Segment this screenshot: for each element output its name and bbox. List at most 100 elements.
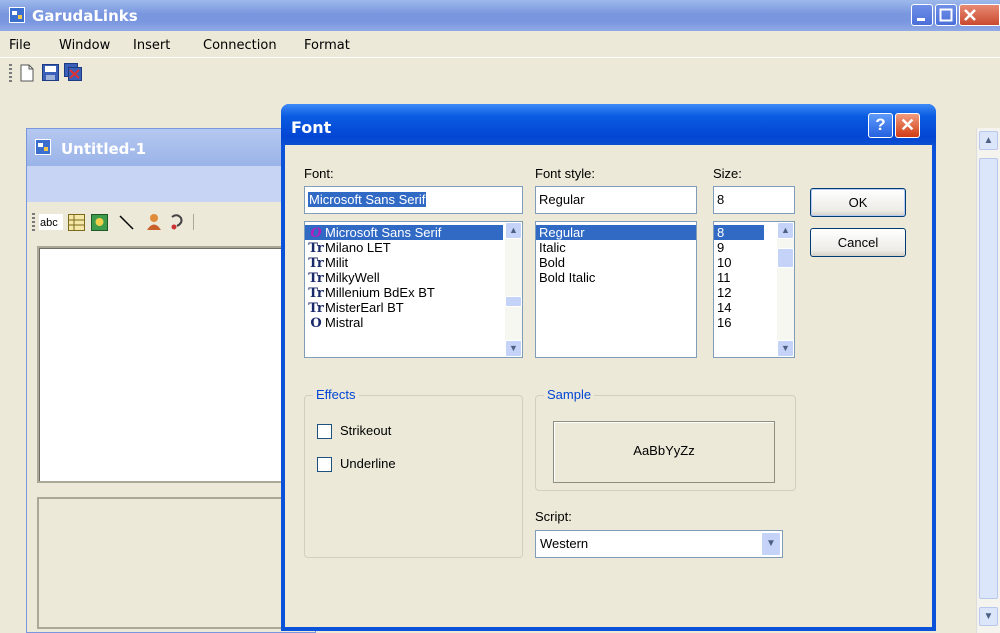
script-select[interactable]: Western ▼: [535, 530, 783, 558]
size-list-item[interactable]: 10: [714, 255, 764, 270]
app-title: GarudaLinks: [32, 7, 138, 25]
font-dialog: Font ? ✕ Font: Microsoft Sans Serif ▲ ▼ …: [281, 104, 936, 631]
font-style-list[interactable]: Regular Italic Bold Bold Italic: [535, 221, 697, 358]
scroll-up-button[interactable]: ▲: [979, 131, 998, 150]
size-list-item[interactable]: 9: [714, 240, 764, 255]
underline-label: Underline: [340, 456, 396, 471]
menu-connection[interactable]: Connection: [203, 38, 277, 53]
font-list-item-label: Milano LET: [325, 240, 391, 255]
app-close-button[interactable]: [959, 4, 1000, 26]
menu-format[interactable]: Format: [304, 38, 350, 53]
font-dialog-title: Font: [291, 118, 332, 137]
font-dialog-body: Font: Microsoft Sans Serif ▲ ▼ O Microsof…: [285, 145, 932, 627]
font-list-scrollbar[interactable]: ▲ ▼: [505, 222, 522, 357]
font-list-item[interactable]: TrMisterEarl BT: [305, 300, 503, 316]
hook-tool-icon[interactable]: [168, 213, 186, 231]
scroll-down-button[interactable]: ▼: [979, 607, 998, 626]
scroll-thumb[interactable]: [979, 158, 998, 599]
document-toolbar-grip[interactable]: [32, 213, 35, 231]
script-value: Western: [540, 536, 589, 551]
person-tool-icon[interactable]: [145, 213, 163, 231]
size-list-item[interactable]: 11: [714, 270, 764, 285]
document-titlebar[interactable]: Untitled-1: [27, 129, 315, 166]
line-tool-icon[interactable]: [118, 214, 135, 231]
document-band: [27, 166, 315, 202]
chevron-up-icon[interactable]: ▲: [505, 222, 522, 239]
font-name-input[interactable]: Microsoft Sans Serif: [304, 186, 523, 214]
help-button[interactable]: ?: [868, 113, 893, 138]
chevron-up-icon[interactable]: ▲: [777, 222, 794, 239]
font-list-item-label: Millenium BdEx BT: [325, 285, 435, 300]
font-style-list-item[interactable]: Regular: [536, 225, 696, 240]
menu-file[interactable]: File: [9, 38, 31, 53]
underline-checkbox[interactable]: [317, 457, 332, 472]
menu-window[interactable]: Window: [59, 38, 110, 53]
size-list-item[interactable]: 8: [714, 225, 764, 240]
font-list-item[interactable]: TrMilit: [305, 255, 503, 271]
minimize-icon: [917, 18, 925, 21]
chevron-up-icon: ▲: [983, 135, 994, 146]
size-list[interactable]: ▲ ▼ 8 9 10 11 12 14 16: [713, 221, 795, 358]
app-icon: [9, 7, 25, 23]
font-list-item[interactable]: O Mistral: [305, 315, 503, 331]
size-list-item[interactable]: 12: [714, 285, 764, 300]
size-list-item[interactable]: 16: [714, 315, 764, 330]
minimize-button[interactable]: [911, 4, 933, 26]
dialog-close-button[interactable]: ✕: [895, 113, 920, 138]
chevron-down-icon[interactable]: ▼: [777, 340, 794, 357]
document-toolbar: abc: [27, 202, 315, 242]
font-list-scroll-thumb[interactable]: [505, 296, 522, 307]
font-list-item-label: MilkyWell: [325, 270, 380, 285]
font-style-label: Font style:: [535, 166, 595, 181]
document-title: Untitled-1: [61, 140, 147, 158]
font-name-value: Microsoft Sans Serif: [308, 192, 427, 207]
size-list-item[interactable]: 14: [714, 300, 764, 315]
chevron-down-icon[interactable]: ▼: [761, 532, 781, 556]
save-all-icon[interactable]: [64, 63, 82, 81]
app-toolbar: [0, 58, 1000, 88]
sample-preview: AaBbYyZz: [553, 421, 775, 483]
menu-insert[interactable]: Insert: [133, 38, 170, 53]
font-list-item[interactable]: TrMilano LET: [305, 240, 503, 256]
font-list-item[interactable]: TrMilkyWell: [305, 270, 503, 286]
cancel-button[interactable]: Cancel: [810, 228, 906, 257]
size-input[interactable]: 8: [713, 186, 795, 214]
canvas-area[interactable]: [37, 246, 307, 483]
strikeout-checkbox[interactable]: [317, 424, 332, 439]
font-style-list-item[interactable]: Bold: [536, 255, 696, 270]
size-list-scroll-thumb[interactable]: [777, 248, 794, 268]
chevron-down-icon: ▼: [983, 611, 994, 622]
script-label: Script:: [535, 509, 572, 524]
save-icon[interactable]: [42, 64, 59, 81]
chevron-down-icon[interactable]: ▼: [505, 340, 522, 357]
help-icon: ?: [875, 115, 886, 134]
table-tool-icon[interactable]: [68, 214, 85, 231]
font-dialog-titlebar[interactable]: Font ? ✕: [281, 104, 936, 145]
size-list-scrollbar[interactable]: ▲ ▼: [777, 222, 794, 357]
svg-text:abc: abc: [40, 217, 58, 229]
lower-panel[interactable]: [37, 497, 307, 629]
font-style-list-item[interactable]: Italic: [536, 240, 696, 255]
image-tool-icon[interactable]: [91, 214, 108, 231]
font-list-item[interactable]: TrMillenium BdEx BT: [305, 285, 503, 301]
toolbar-separator: [193, 214, 194, 230]
document-icon: [35, 139, 51, 155]
font-label: Font:: [304, 166, 334, 181]
size-label: Size:: [713, 166, 742, 181]
strikeout-label: Strikeout: [340, 423, 392, 438]
main-vertical-scrollbar[interactable]: ▲ ▼: [976, 128, 1000, 633]
font-list-item[interactable]: O Microsoft Sans Serif: [305, 225, 503, 241]
new-document-icon[interactable]: [19, 64, 35, 82]
font-list[interactable]: ▲ ▼ O Microsoft Sans Serif TrMilano LET TrM…: [304, 221, 523, 358]
font-style-list-item[interactable]: Bold Italic: [536, 270, 696, 285]
truetype-font-icon: Tr: [308, 256, 324, 271]
maximize-icon: [939, 8, 953, 22]
toolbar-grip[interactable]: [9, 64, 12, 82]
maximize-button[interactable]: [935, 4, 957, 26]
font-style-input[interactable]: Regular: [535, 186, 697, 214]
text-tool-icon[interactable]: abc: [39, 214, 63, 230]
ok-button[interactable]: OK: [810, 188, 906, 217]
truetype-font-icon: Tr: [308, 241, 324, 256]
close-icon: [964, 9, 976, 21]
app-titlebar[interactable]: GarudaLinks: [0, 0, 1000, 31]
